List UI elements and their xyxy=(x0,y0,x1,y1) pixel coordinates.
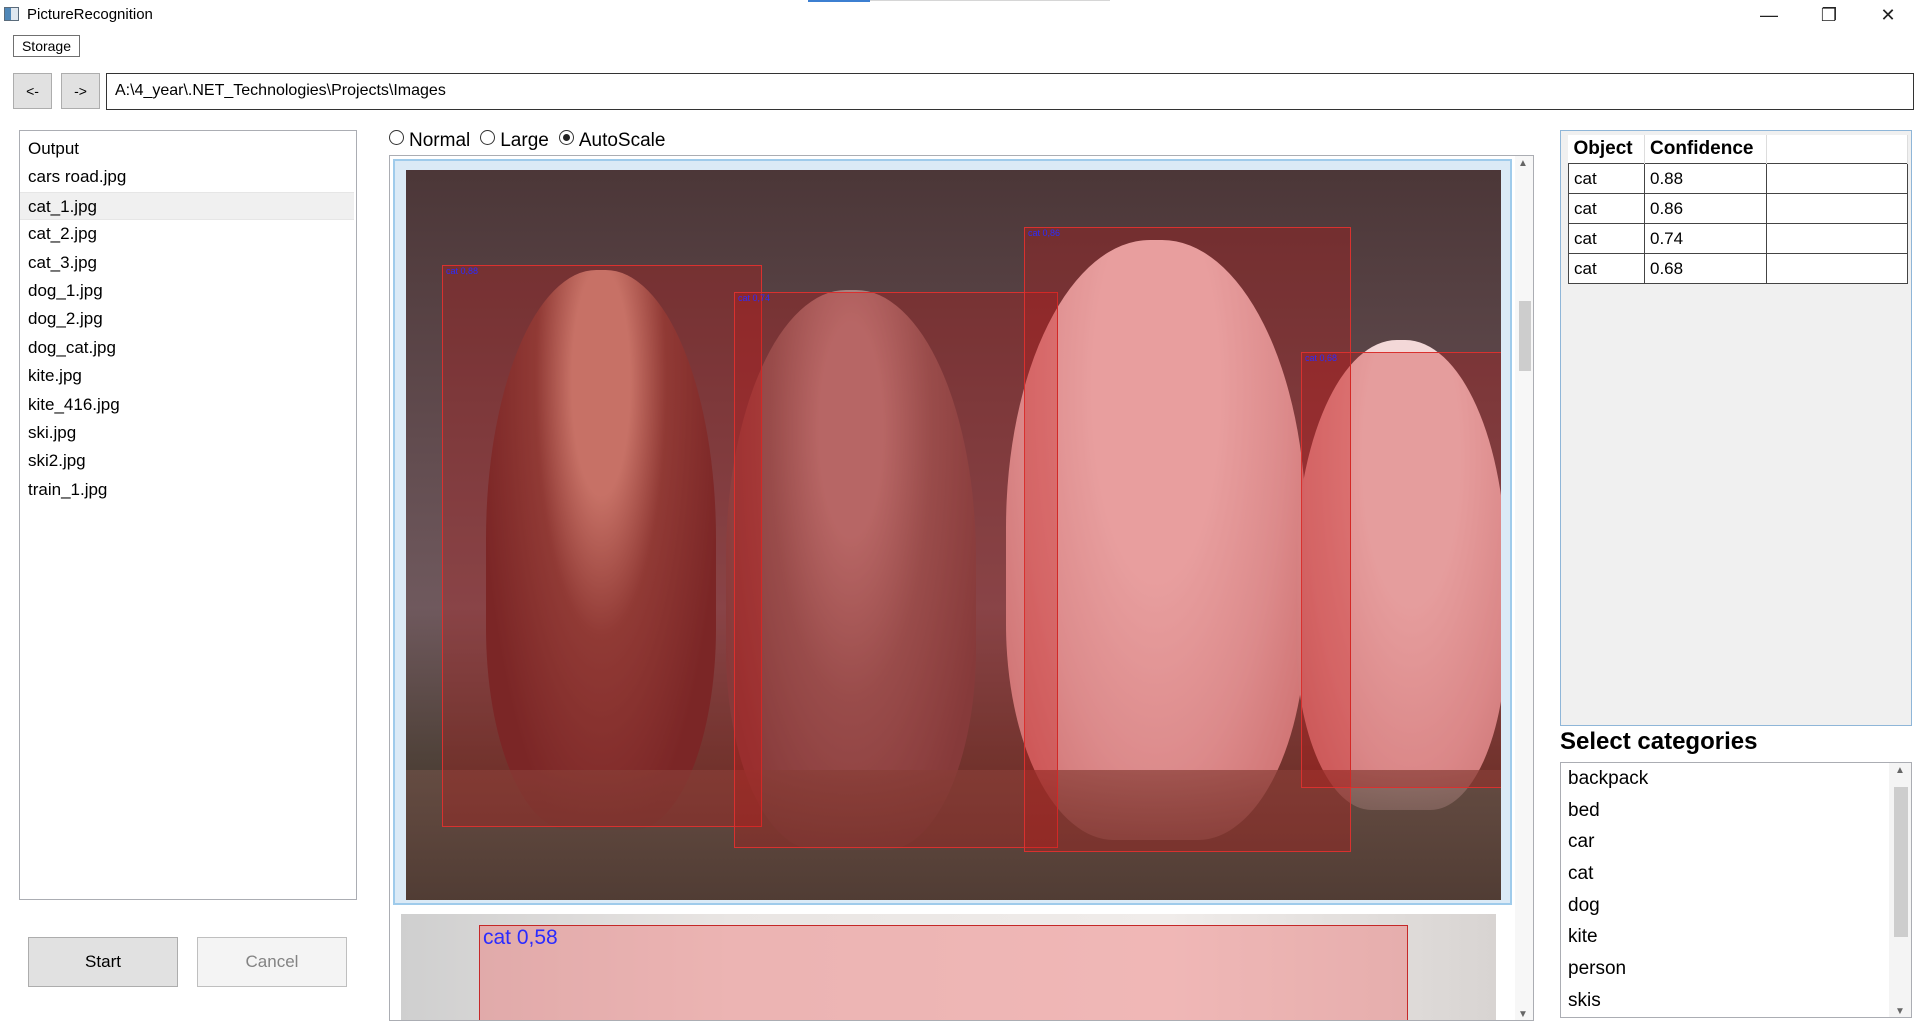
window-title: PictureRecognition xyxy=(27,6,153,23)
file-list-item[interactable]: cars road.jpg xyxy=(20,163,356,191)
detection-label: cat 0,86 xyxy=(1028,228,1061,238)
forward-button[interactable]: -> xyxy=(61,73,100,109)
category-item[interactable]: car xyxy=(1561,826,1911,858)
minimize-icon: — xyxy=(1760,4,1778,25)
file-list-item[interactable]: cat_2.jpg xyxy=(20,220,356,248)
restore-icon: ❐ xyxy=(1820,4,1838,25)
detection-box: cat 0,74 xyxy=(734,292,1058,848)
empty-column-header xyxy=(1766,135,1908,164)
detection-label: cat 0,58 xyxy=(483,926,558,949)
category-item[interactable]: person xyxy=(1561,953,1911,985)
radio-normal[interactable] xyxy=(389,129,404,145)
object-cell: cat xyxy=(1568,253,1645,284)
scrollbar-thumb[interactable] xyxy=(1519,301,1531,371)
start-button[interactable]: Start xyxy=(28,937,178,987)
file-list-item[interactable]: cat_3.jpg xyxy=(20,249,356,277)
close-button[interactable]: ✕ xyxy=(1859,0,1917,30)
detection-image: cat 0,88 cat 0,74 cat 0,86 cat 0,68 xyxy=(406,170,1501,900)
path-input[interactable]: A:\4_year\.NET_Technologies\Projects\Ima… xyxy=(106,73,1914,110)
empty-cell xyxy=(1766,193,1908,224)
detection-label: cat 0,74 xyxy=(738,293,771,303)
file-list-item-selected[interactable]: cat_1.jpg xyxy=(20,191,354,221)
back-button[interactable]: <- xyxy=(13,73,52,109)
title-divider-line xyxy=(870,0,1110,1)
scrollbar-thumb[interactable] xyxy=(1894,787,1908,937)
title-accent-line xyxy=(808,0,870,2)
radio-large-label[interactable]: Large xyxy=(500,130,549,152)
detection-box: cat 0,58 xyxy=(479,925,1408,1020)
file-list-item[interactable]: Output xyxy=(20,135,356,163)
table-row[interactable]: cat 0.88 xyxy=(1568,163,1908,194)
cancel-button[interactable]: Cancel xyxy=(197,937,347,987)
empty-cell xyxy=(1766,163,1908,194)
object-column-header[interactable]: Object xyxy=(1568,135,1645,164)
confidence-column-header[interactable]: Confidence xyxy=(1644,135,1767,164)
category-item[interactable]: cat xyxy=(1561,858,1911,890)
category-item[interactable]: dog xyxy=(1561,890,1911,922)
detection-label: cat 0,88 xyxy=(446,266,479,276)
radio-autoscale-label[interactable]: AutoScale xyxy=(579,130,666,152)
confidence-cell: 0.88 xyxy=(1644,163,1767,194)
object-cell: cat xyxy=(1568,193,1645,224)
categories-scrollbar[interactable]: ▲ ▼ xyxy=(1889,763,1911,1017)
gallery-scrollbar[interactable]: ▲ ▼ xyxy=(1515,156,1533,1020)
close-icon: ✕ xyxy=(1880,4,1896,25)
results-table: Object Confidence cat 0.88 cat 0.86 cat … xyxy=(1560,130,1912,726)
file-list-item[interactable]: dog_1.jpg xyxy=(20,277,356,305)
results-header-row: Object Confidence xyxy=(1568,135,1908,164)
file-list-item[interactable]: ski2.jpg xyxy=(20,447,356,475)
categories-title: Select categories xyxy=(1560,728,1758,755)
file-list[interactable]: Output cars road.jpg cat_1.jpg cat_2.jpg… xyxy=(19,130,357,900)
table-row[interactable]: cat 0.68 xyxy=(1568,253,1908,284)
categories-list[interactable]: backpack bed car cat dog kite person ski… xyxy=(1560,762,1912,1018)
object-cell: cat xyxy=(1568,163,1645,194)
table-row[interactable]: cat 0.74 xyxy=(1568,223,1908,254)
app-icon xyxy=(4,7,19,21)
file-list-item[interactable]: kite_416.jpg xyxy=(20,391,356,419)
category-item[interactable]: kite xyxy=(1561,921,1911,953)
scroll-up-icon[interactable]: ▲ xyxy=(1895,765,1905,776)
file-list-item[interactable]: ski.jpg xyxy=(20,419,356,447)
confidence-cell: 0.68 xyxy=(1644,253,1767,284)
detection-label: cat 0,68 xyxy=(1305,353,1338,363)
next-image-card[interactable]: cat 0,58 xyxy=(401,914,1496,1020)
storage-menu-button[interactable]: Storage xyxy=(13,35,80,57)
radio-normal-label[interactable]: Normal xyxy=(409,130,470,152)
scale-options: Normal Large AutoScale xyxy=(389,127,675,155)
radio-large[interactable] xyxy=(480,129,496,145)
file-list-item[interactable]: dog_2.jpg xyxy=(20,305,356,333)
minimize-button[interactable]: — xyxy=(1740,0,1798,30)
empty-cell xyxy=(1766,223,1908,254)
file-list-item[interactable]: train_1.jpg xyxy=(20,476,356,504)
image-gallery[interactable]: cat 0,88 cat 0,74 cat 0,86 cat 0,68 cat … xyxy=(389,155,1534,1021)
detection-box: cat 0,68 xyxy=(1301,352,1501,788)
results-grid: Object Confidence cat 0.88 cat 0.86 cat … xyxy=(1568,135,1908,284)
category-item[interactable]: bed xyxy=(1561,795,1911,827)
selected-image-card[interactable]: cat 0,88 cat 0,74 cat 0,86 cat 0,68 xyxy=(393,159,1512,905)
scroll-down-icon[interactable]: ▼ xyxy=(1518,1009,1528,1020)
object-cell: cat xyxy=(1568,223,1645,254)
confidence-cell: 0.74 xyxy=(1644,223,1767,254)
file-list-item[interactable]: kite.jpg xyxy=(20,362,356,390)
detection-box: cat 0,88 xyxy=(442,265,762,827)
category-item[interactable]: skis xyxy=(1561,985,1911,1017)
scroll-up-icon[interactable]: ▲ xyxy=(1518,158,1528,169)
empty-cell xyxy=(1766,253,1908,284)
table-row[interactable]: cat 0.86 xyxy=(1568,193,1908,224)
category-item[interactable]: backpack xyxy=(1561,763,1911,795)
confidence-cell: 0.86 xyxy=(1644,193,1767,224)
title-bar: PictureRecognition — ❐ ✕ xyxy=(0,0,1920,30)
maximize-button[interactable]: ❐ xyxy=(1800,0,1858,30)
radio-autoscale[interactable] xyxy=(558,129,574,145)
scroll-down-icon[interactable]: ▼ xyxy=(1895,1006,1905,1017)
file-list-item[interactable]: dog_cat.jpg xyxy=(20,334,356,362)
